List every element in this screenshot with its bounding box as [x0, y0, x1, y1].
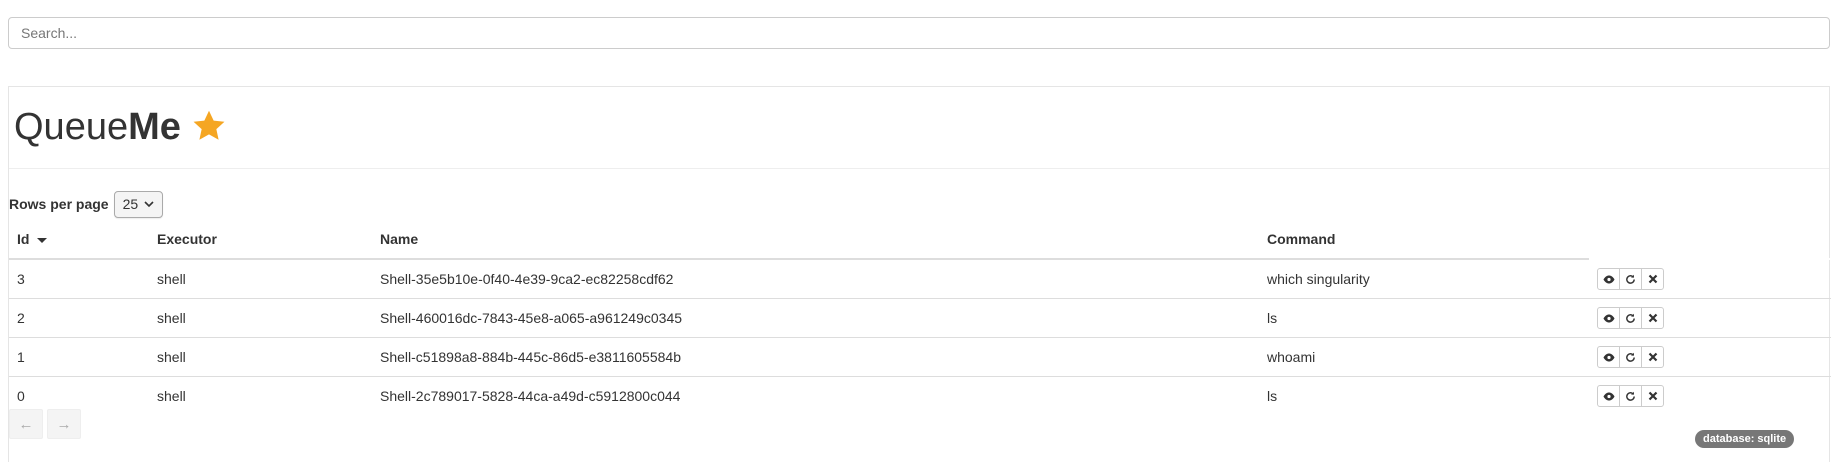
- star-icon: [191, 107, 227, 155]
- close-icon: [1648, 313, 1658, 323]
- cell-name: Shell-460016dc-7843-45e8-a065-a961249c03…: [372, 298, 1259, 338]
- row-actions: [1597, 385, 1664, 407]
- rerun-button[interactable]: [1619, 307, 1642, 329]
- cell-actions: [1589, 376, 1831, 415]
- cell-command: which singularity: [1259, 258, 1589, 299]
- view-button[interactable]: [1597, 268, 1620, 290]
- eye-icon: [1603, 275, 1615, 284]
- cell-command: ls: [1259, 376, 1589, 415]
- jobs-table: Id Executor Name Command 3 shell Shell-35e…: [9, 220, 1831, 415]
- rows-per-page-label: Rows per page: [9, 196, 109, 212]
- prev-page-button[interactable]: ←: [9, 409, 43, 439]
- cell-id: 1: [9, 337, 149, 377]
- cell-executor: shell: [149, 258, 372, 299]
- view-button[interactable]: [1597, 307, 1620, 329]
- rerun-button[interactable]: [1619, 346, 1642, 368]
- column-header-command[interactable]: Command: [1259, 220, 1589, 260]
- cell-actions: [1589, 337, 1831, 377]
- close-icon: [1648, 274, 1658, 284]
- cell-actions: [1589, 298, 1831, 338]
- column-header-actions: [1589, 220, 1831, 260]
- delete-button[interactable]: [1641, 268, 1664, 290]
- close-icon: [1648, 352, 1658, 362]
- eye-icon: [1603, 353, 1615, 362]
- refresh-icon: [1625, 274, 1636, 285]
- cell-executor: shell: [149, 376, 372, 415]
- rerun-button[interactable]: [1619, 268, 1642, 290]
- cell-name: Shell-2c789017-5828-44ca-a49d-c5912800c0…: [372, 376, 1259, 415]
- row-actions: [1597, 307, 1664, 329]
- rows-per-page-value: 25: [122, 196, 139, 212]
- pagination: ← →: [9, 409, 85, 439]
- cell-command: ls: [1259, 298, 1589, 338]
- refresh-icon: [1625, 352, 1636, 363]
- table-row: 3 shell Shell-35e5b10e-0f40-4e39-9ca2-ec82…: [9, 258, 1831, 299]
- row-actions: [1597, 268, 1664, 290]
- cell-id: 2: [9, 298, 149, 338]
- table-row: 1 shell Shell-c51898a8-884b-445c-86d5-e381…: [9, 337, 1831, 377]
- eye-icon: [1603, 314, 1615, 323]
- table-row: 2 shell Shell-460016dc-7843-45e8-a065-a961…: [9, 298, 1831, 338]
- cell-id: 3: [9, 258, 149, 299]
- sort-desc-icon: [37, 237, 48, 243]
- app-title-light: Queue: [14, 106, 129, 148]
- database-badge: database: sqlite: [1695, 430, 1795, 448]
- eye-icon: [1603, 392, 1615, 401]
- app-title: QueueMe: [14, 105, 227, 155]
- cell-executor: shell: [149, 298, 372, 338]
- table-row: 0 shell Shell-2c789017-5828-44ca-a49d-c591…: [9, 376, 1831, 415]
- view-button[interactable]: [1597, 385, 1620, 407]
- delete-button[interactable]: [1641, 346, 1664, 368]
- row-actions: [1597, 346, 1664, 368]
- main-panel: QueueMe Rows per page 25 Id Executor Nam…: [8, 86, 1831, 462]
- column-header-executor[interactable]: Executor: [149, 220, 372, 260]
- cell-name: Shell-35e5b10e-0f40-4e39-9ca2-ec82258cdf…: [372, 258, 1259, 299]
- cell-actions: [1589, 258, 1831, 299]
- column-header-name[interactable]: Name: [372, 220, 1259, 260]
- column-header-id[interactable]: Id: [9, 220, 149, 260]
- next-page-button[interactable]: →: [47, 409, 81, 439]
- refresh-icon: [1625, 391, 1636, 402]
- delete-button[interactable]: [1641, 307, 1664, 329]
- cell-command: whoami: [1259, 337, 1589, 377]
- search-input[interactable]: [8, 17, 1830, 49]
- refresh-icon: [1625, 313, 1636, 324]
- view-button[interactable]: [1597, 346, 1620, 368]
- cell-name: Shell-c51898a8-884b-445c-86d5-e381160558…: [372, 337, 1259, 377]
- cell-executor: shell: [149, 337, 372, 377]
- rows-per-page-select[interactable]: 25: [113, 190, 164, 218]
- delete-button[interactable]: [1641, 385, 1664, 407]
- app-title-bold: Me: [128, 106, 181, 148]
- close-icon: [1648, 391, 1658, 401]
- panel-header: QueueMe: [9, 87, 1829, 169]
- chevron-down-icon: [144, 201, 154, 208]
- rerun-button[interactable]: [1619, 385, 1642, 407]
- rows-per-page: Rows per page 25: [9, 190, 164, 218]
- table-header-row: Id Executor Name Command: [9, 220, 1831, 260]
